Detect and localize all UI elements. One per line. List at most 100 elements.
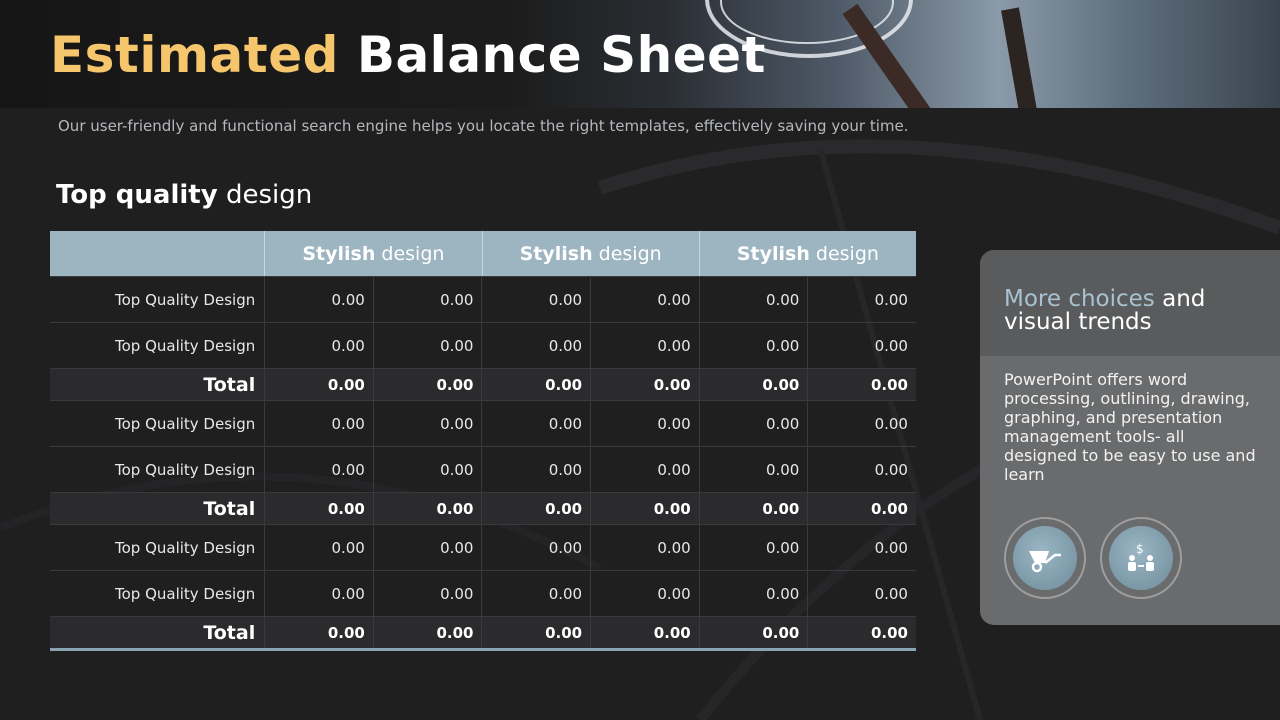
header-bold: Stylish (519, 242, 593, 265)
value-cell: 0.00 (264, 447, 373, 492)
value-cell: 0.00 (807, 525, 916, 570)
value-cell: 0.00 (372, 323, 482, 368)
title-accent: Estimated (50, 26, 339, 84)
value-cell: 0.00 (590, 447, 699, 492)
value-cell: 0.00 (590, 277, 699, 322)
value-cell: 0.00 (807, 401, 916, 446)
value-cell: 0.00 (372, 571, 482, 616)
value-cell: 0.00 (372, 277, 482, 322)
header-bold: Stylish (736, 242, 810, 265)
value-cell: 0.00 (807, 447, 916, 492)
value-cell: 0.00 (590, 617, 699, 648)
row-label: Top Quality Design (114, 414, 256, 433)
value-cell: 0.00 (481, 525, 590, 570)
value-cell: 0.00 (264, 277, 373, 322)
value-cell: 0.00 (807, 617, 916, 648)
table-body: Top Quality Design 0.00 0.00 0.00 0.00 0.00 0.… (50, 276, 916, 648)
value-cell: 0.00 (481, 369, 590, 400)
card-title: More choices and visual trends (1004, 288, 1256, 334)
header-cell: Stylish design (698, 231, 916, 276)
money-exchange-icon: $ (1128, 542, 1154, 571)
value-cell: 0.00 (590, 401, 699, 446)
header-cell: Stylish design (264, 231, 481, 276)
value-cell: 0.00 (264, 401, 373, 446)
value-cell: 0.00 (590, 493, 699, 524)
info-card: More choices and visual trends PowerPoin… (980, 250, 1280, 625)
value-cell: 0.00 (264, 323, 373, 368)
table-row: Top Quality Design 0.00 0.00 0.00 0.00 0.00 0.… (50, 446, 916, 492)
row-label: Top Quality Design (114, 460, 256, 479)
page-subtitle: Our user-friendly and functional search … (58, 117, 909, 135)
header-rest: design (598, 242, 662, 265)
value-cell: 0.00 (698, 493, 808, 524)
total-label: Total (203, 373, 256, 396)
table-row: Top Quality Design 0.00 0.00 0.00 0.00 0.00 0.… (50, 322, 916, 368)
value-cell: 0.00 (590, 323, 699, 368)
value-cell: 0.00 (698, 401, 808, 446)
value-cell: 0.00 (698, 525, 808, 570)
header-empty-cell (50, 231, 264, 276)
row-label: Top Quality Design (114, 290, 256, 309)
value-cell: 0.00 (481, 447, 590, 492)
section-title-bold: Top quality (56, 180, 218, 210)
wheelbarrow-icon-button (1004, 517, 1086, 599)
table-row: Top Quality Design 0.00 0.00 0.00 0.00 0.00 0.… (50, 276, 916, 322)
value-cell: 0.00 (372, 493, 482, 524)
value-cell: 0.00 (698, 571, 808, 616)
value-cell: 0.00 (590, 369, 699, 400)
table-total-row: Total 0.00 0.00 0.00 0.00 0.00 0.00 (50, 616, 916, 648)
value-cell: 0.00 (698, 369, 808, 400)
table-total-row: Total 0.00 0.00 0.00 0.00 0.00 0.00 (50, 492, 916, 524)
value-cell: 0.00 (481, 617, 590, 648)
value-cell: 0.00 (264, 369, 373, 400)
total-label: Total (203, 621, 256, 644)
value-cell: 0.00 (807, 323, 916, 368)
banner-beam-decoration (1001, 7, 1042, 108)
header-cell: Stylish design (481, 231, 699, 276)
total-label: Total (203, 497, 256, 520)
title-main: Balance Sheet (356, 26, 766, 84)
row-label: Top Quality Design (114, 584, 256, 603)
value-cell: 0.00 (590, 571, 699, 616)
value-cell: 0.00 (264, 571, 373, 616)
value-cell: 0.00 (264, 493, 373, 524)
value-cell: 0.00 (590, 525, 699, 570)
value-cell: 0.00 (481, 571, 590, 616)
header-bold: Stylish (302, 242, 376, 265)
balance-table: Stylish design Stylish design Stylish de… (50, 231, 916, 651)
value-cell: 0.00 (372, 369, 482, 400)
value-cell: 0.00 (807, 369, 916, 400)
table-header: Stylish design Stylish design Stylish de… (50, 231, 916, 276)
table-row: Top Quality Design 0.00 0.00 0.00 0.00 0.00 0.… (50, 524, 916, 570)
table-row: Top Quality Design 0.00 0.00 0.00 0.00 0.00 0.… (50, 570, 916, 616)
svg-text:$: $ (1136, 542, 1144, 556)
value-cell: 0.00 (481, 323, 590, 368)
value-cell: 0.00 (372, 447, 482, 492)
value-cell: 0.00 (481, 401, 590, 446)
value-cell: 0.00 (807, 571, 916, 616)
table-row: Top Quality Design 0.00 0.00 0.00 0.00 0.00 0.… (50, 400, 916, 446)
value-cell: 0.00 (807, 277, 916, 322)
page-title: Estimated Balance Sheet (50, 26, 766, 84)
value-cell: 0.00 (481, 493, 590, 524)
value-cell: 0.00 (264, 617, 373, 648)
value-cell: 0.00 (372, 617, 482, 648)
value-cell: 0.00 (698, 323, 808, 368)
value-cell: 0.00 (698, 447, 808, 492)
money-exchange-icon-button: $ (1100, 517, 1182, 599)
value-cell: 0.00 (264, 525, 373, 570)
header-rest: design (815, 242, 879, 265)
row-label: Top Quality Design (114, 336, 256, 355)
value-cell: 0.00 (481, 277, 590, 322)
row-label: Top Quality Design (114, 538, 256, 557)
table-total-row: Total 0.00 0.00 0.00 0.00 0.00 0.00 (50, 368, 916, 400)
value-cell: 0.00 (698, 277, 808, 322)
card-header: More choices and visual trends (980, 250, 1280, 356)
value-cell: 0.00 (807, 493, 916, 524)
header-rest: design (381, 242, 445, 265)
card-body: PowerPoint offers word processing, outli… (1004, 370, 1256, 484)
wheelbarrow-icon (1029, 551, 1061, 573)
value-cell: 0.00 (372, 525, 482, 570)
value-cell: 0.00 (372, 401, 482, 446)
value-cell: 0.00 (698, 617, 808, 648)
